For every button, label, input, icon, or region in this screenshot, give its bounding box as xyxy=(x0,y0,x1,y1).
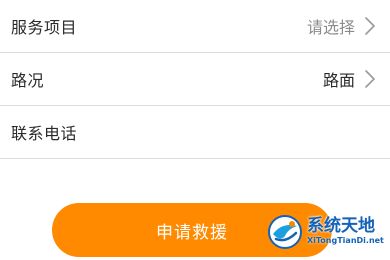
site-watermark: 系统天地 XiTongTianDi.net xyxy=(266,206,386,256)
xitongtiandi-logo-icon xyxy=(268,215,302,249)
service-item-select[interactable]: 请选择 xyxy=(307,14,355,38)
rescue-request-form: 服务项目 请选择 路况 路面 联系电话 xyxy=(0,0,390,159)
watermark-text: 系统天地 XiTongTianDi.net xyxy=(307,216,384,246)
road-condition-select[interactable]: 路面 xyxy=(323,67,355,91)
watermark-title: 系统天地 xyxy=(307,216,375,236)
chevron-right-icon xyxy=(365,17,375,35)
chevron-right-icon xyxy=(365,70,375,88)
contact-phone-row[interactable]: 联系电话 xyxy=(0,106,390,158)
contact-phone-label: 联系电话 xyxy=(11,124,78,143)
service-item-row[interactable]: 服务项目 请选择 xyxy=(0,0,390,52)
watermark-domain: XiTongTianDi.net xyxy=(307,236,384,245)
divider xyxy=(0,158,390,159)
road-condition-label: 路况 xyxy=(11,71,45,90)
service-item-label: 服务项目 xyxy=(11,18,78,37)
road-condition-row[interactable]: 路况 路面 xyxy=(0,53,390,105)
apply-rescue-button-label: 申请救援 xyxy=(156,222,228,243)
